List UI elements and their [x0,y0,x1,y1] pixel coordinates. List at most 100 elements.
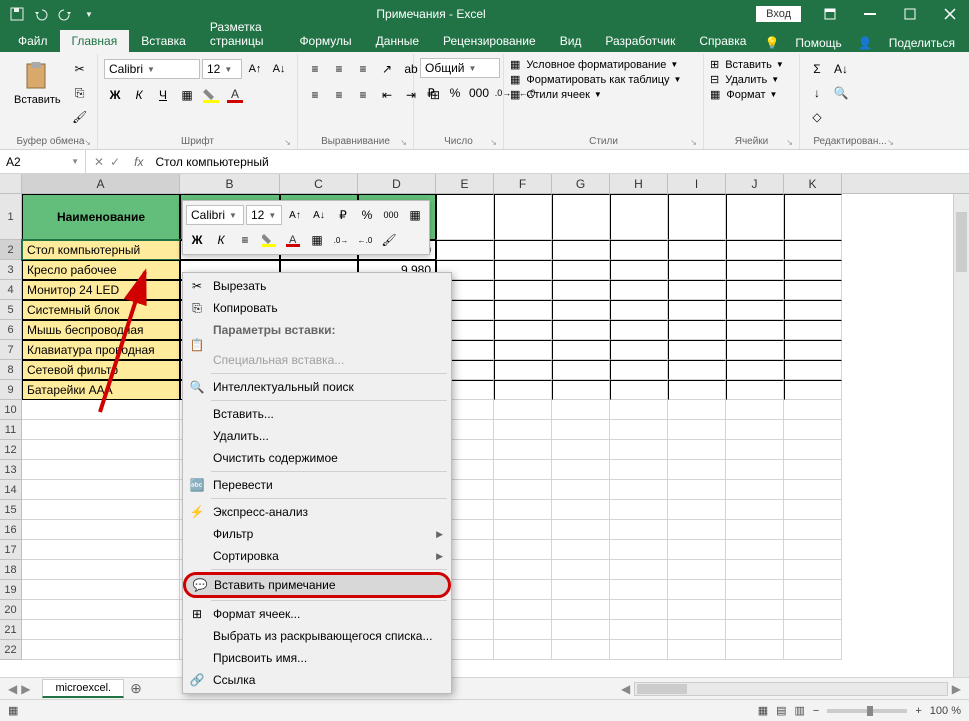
orientation-icon[interactable]: ↗ [376,58,398,80]
cm-clear[interactable]: Очистить содержимое [183,447,451,469]
fx-icon[interactable]: fx [128,155,149,169]
cell[interactable] [610,260,668,280]
col-header-k[interactable]: K [784,174,842,193]
tab-view[interactable]: Вид [548,30,594,52]
cell[interactable] [552,260,610,280]
currency-icon[interactable]: ₽ [420,82,442,104]
format-painter-icon[interactable]: 🖌 [69,106,91,128]
name-box[interactable]: A2▼ [0,150,86,173]
cell[interactable] [668,280,726,300]
cell[interactable] [668,440,726,460]
cell[interactable] [726,400,784,420]
cell[interactable] [726,640,784,660]
find-icon[interactable]: 🔍 [830,82,852,104]
redo-icon[interactable] [56,5,74,23]
cell[interactable] [668,260,726,280]
row-header[interactable]: 11 [0,420,22,440]
cell[interactable] [22,500,180,520]
cell[interactable]: Системный блок [22,300,180,320]
close-icon[interactable] [931,0,969,28]
cell[interactable] [610,240,668,260]
cell[interactable]: Батарейки AAA [22,380,180,400]
mini-align-icon[interactable]: ≡ [234,229,256,251]
cell[interactable] [784,194,842,240]
align-center-icon[interactable]: ≡ [328,84,350,106]
horizontal-scrollbar[interactable] [634,682,948,696]
row-header[interactable]: 16 [0,520,22,540]
cell[interactable] [494,260,552,280]
cell[interactable] [668,600,726,620]
cell[interactable] [494,600,552,620]
cell-styles-button[interactable]: ▦Стили ячеек▼ [510,88,602,101]
cell[interactable] [668,300,726,320]
cell[interactable] [610,194,668,240]
bold-button[interactable]: Ж [104,84,126,106]
cell[interactable]: Наименование [22,194,180,240]
cell[interactable] [784,560,842,580]
cell[interactable] [726,360,784,380]
col-header-b[interactable]: B [180,174,280,193]
cell[interactable] [22,560,180,580]
minimize-icon[interactable] [851,0,889,28]
cell[interactable] [668,620,726,640]
cell[interactable] [552,320,610,340]
font-size-combo[interactable]: 12▼ [202,59,242,79]
cell[interactable] [494,480,552,500]
mini-comma-icon[interactable]: 000 [380,204,402,226]
zoom-slider[interactable] [827,709,907,713]
cell[interactable] [726,580,784,600]
tab-layout[interactable]: Разметка страницы [198,16,288,52]
row-header[interactable]: 1 [0,194,22,240]
cell[interactable] [784,460,842,480]
mini-grow-font-icon[interactable]: A↑ [284,204,306,226]
hscroll-right-icon[interactable]: ▶ [952,682,961,696]
cell[interactable] [784,640,842,660]
cell[interactable] [494,500,552,520]
cm-dropdown-list[interactable]: Выбрать из раскрывающегося списка... [183,625,451,647]
enter-formula-icon[interactable]: ✓ [110,155,120,169]
cell[interactable] [784,440,842,460]
formula-input[interactable]: Стол компьютерный [149,155,969,169]
tab-home[interactable]: Главная [60,30,130,52]
cell[interactable] [494,280,552,300]
col-header-a[interactable]: A [22,174,180,193]
cell[interactable] [22,480,180,500]
cell[interactable] [726,600,784,620]
cell[interactable] [494,320,552,340]
cell[interactable] [552,280,610,300]
cell[interactable] [494,520,552,540]
cell[interactable] [726,300,784,320]
cell[interactable] [22,520,180,540]
cell[interactable] [668,480,726,500]
tab-formulas[interactable]: Формулы [287,30,363,52]
cell[interactable] [784,300,842,320]
align-top-icon[interactable]: ≡ [304,58,326,80]
cell[interactable] [726,420,784,440]
cell[interactable] [784,540,842,560]
mini-fill-color-icon[interactable] [258,229,280,251]
cell[interactable] [494,620,552,640]
sort-filter-icon[interactable]: A↓ [830,58,852,80]
zoom-out-icon[interactable]: − [813,705,819,717]
row-header[interactable]: 6 [0,320,22,340]
mini-dec-dec-icon[interactable]: ←.0 [354,229,376,251]
cm-insert[interactable]: Вставить... [183,403,451,425]
cell[interactable] [784,280,842,300]
cell[interactable] [552,580,610,600]
row-header[interactable]: 4 [0,280,22,300]
cell[interactable] [22,420,180,440]
cell[interactable] [610,340,668,360]
tab-data[interactable]: Данные [364,30,431,52]
cm-quick-analysis[interactable]: ⚡Экспресс-анализ [183,501,451,523]
cell[interactable] [552,640,610,660]
zoom-in-icon[interactable]: + [915,705,921,717]
cell[interactable] [552,420,610,440]
add-sheet-button[interactable]: ⊕ [130,680,142,697]
indent-less-icon[interactable]: ⇤ [376,84,398,106]
cell[interactable] [668,500,726,520]
mini-percent-icon[interactable]: % [356,204,378,226]
cell[interactable] [552,560,610,580]
fill-icon[interactable]: ↓ [806,82,828,104]
cut-icon[interactable]: ✂ [69,58,91,80]
cell[interactable] [22,640,180,660]
